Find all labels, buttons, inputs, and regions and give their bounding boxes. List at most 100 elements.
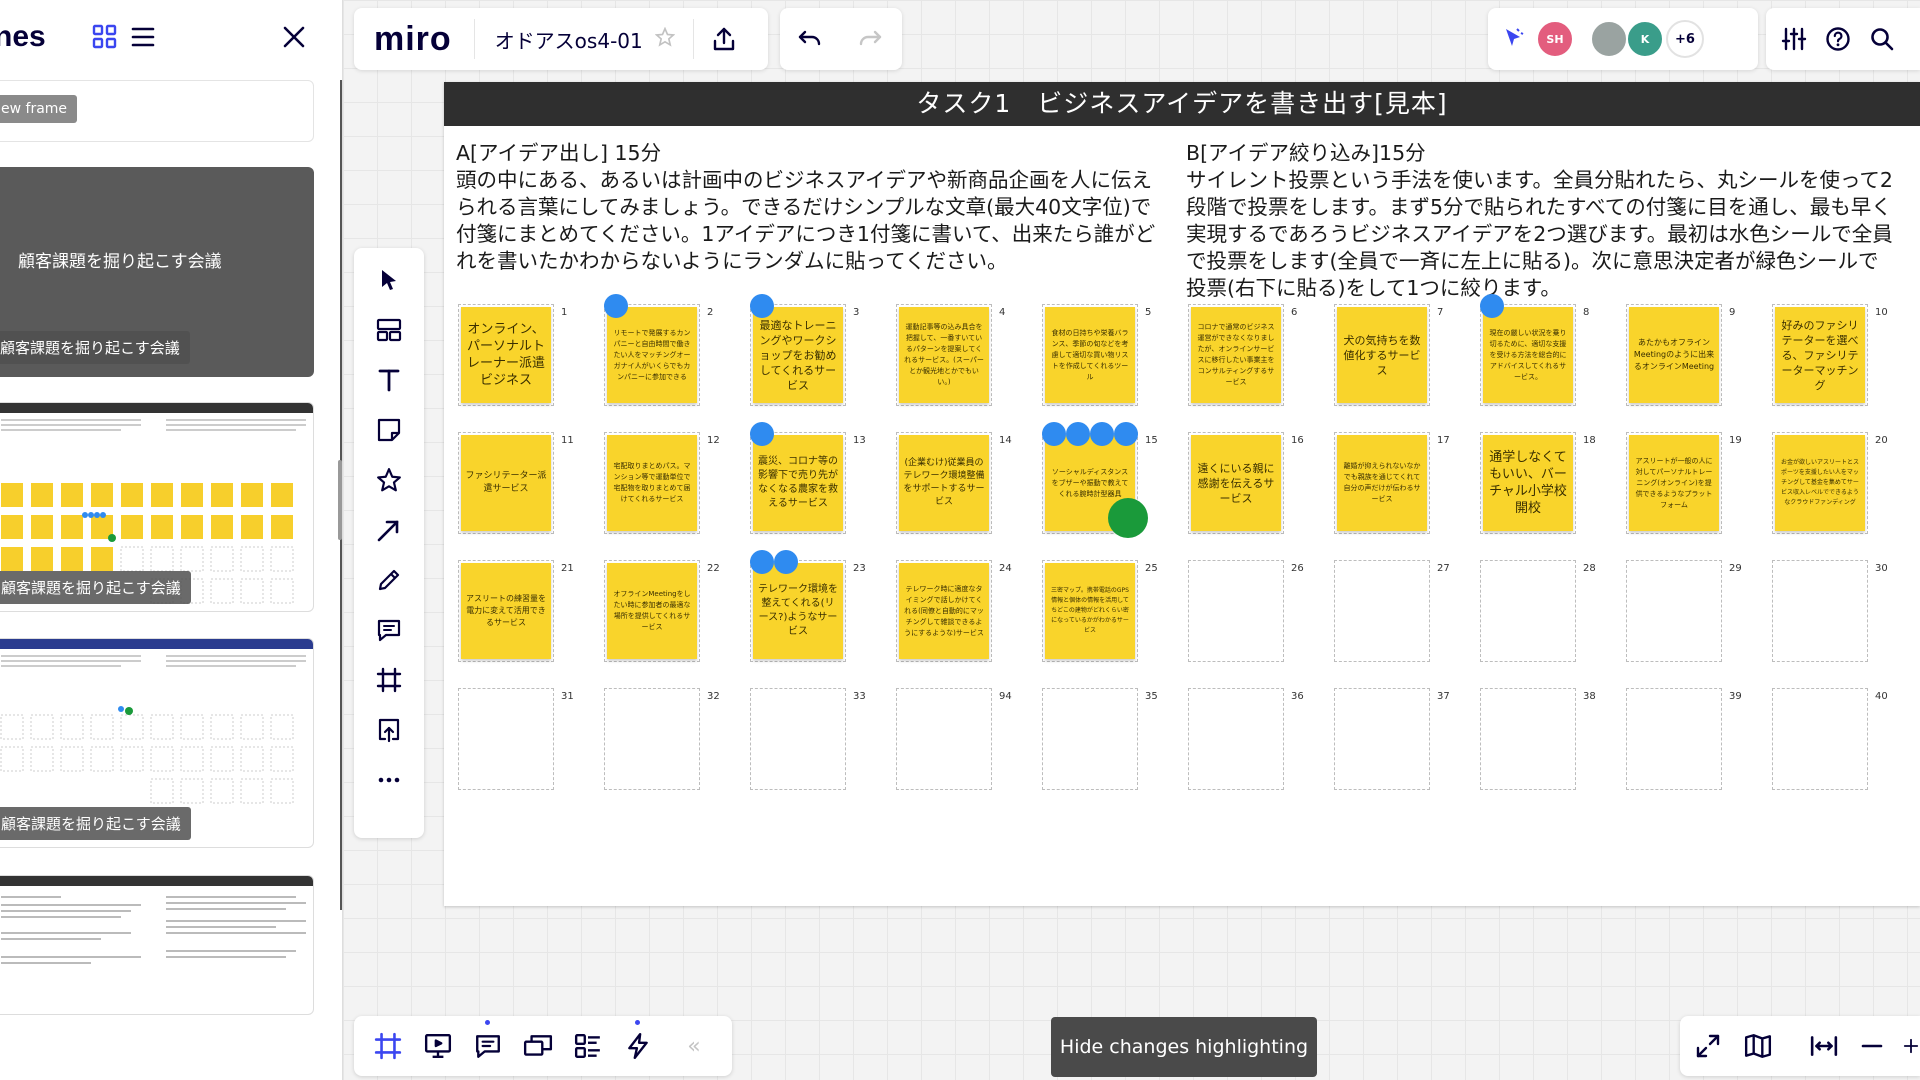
new-frame-button[interactable]: ew frame (0, 95, 78, 123)
sticky-note[interactable]: 最適なトレーニングやワークショップをお勧めしてくれるサービス (753, 307, 843, 403)
blue-vote-sticker[interactable] (1114, 422, 1138, 446)
settings-sliders-icon[interactable] (1774, 19, 1814, 59)
instructions-b[interactable]: B[アイデア絞り込み]15分 サイレント投票という手法を使います。全員分貼れたら… (1186, 140, 1898, 302)
fullscreen-icon[interactable] (1692, 1030, 1724, 1062)
cursor-follow-icon[interactable] (1494, 19, 1534, 59)
frame-thumb-1[interactable]: 顧客課題を掘り起こす会議 顧客課題を掘り起こす会議 (0, 167, 314, 377)
sticky-note[interactable]: 遠くにいる親に感謝を伝えるサービス (1191, 435, 1281, 531)
redo-icon[interactable] (850, 19, 890, 59)
text-icon[interactable] (373, 364, 405, 396)
sticky-note[interactable]: リモートで発展するカンパニーと自由時間で働きたい人をマッチングオーガナイ人がいく… (607, 307, 697, 403)
frames-panel-icon[interactable] (372, 1030, 404, 1062)
upload-icon[interactable] (373, 714, 405, 746)
frame-thumb-title: 顧客課題を掘り起こす会議 (18, 252, 222, 272)
presentation-icon[interactable] (422, 1030, 454, 1062)
slot-number: 7 (1437, 307, 1444, 318)
sticky-slot: 28 (1480, 560, 1596, 662)
sticky-slot: 33 (750, 688, 866, 790)
notification-dot (635, 1020, 640, 1025)
sticky-note[interactable]: 現在の厳しい状況を乗り切るために、適切な支援を受ける方法を総合的にアドバイスして… (1483, 307, 1573, 403)
avatar-user[interactable] (1590, 20, 1628, 58)
star-icon[interactable] (654, 26, 676, 51)
frame-icon[interactable] (373, 664, 405, 696)
blue-vote-sticker[interactable] (750, 550, 774, 574)
share-upload-icon[interactable] (704, 19, 744, 59)
search-icon[interactable] (1862, 19, 1902, 59)
help-icon[interactable] (1818, 19, 1858, 59)
sticky-note[interactable]: テレワーク時に適度なタイミングで話しかけてくれる(同僚と自動的にマッチングして雑… (899, 563, 989, 659)
grid-view-icon[interactable] (92, 24, 120, 52)
slot-number: 16 (1291, 435, 1304, 446)
sticky-note-icon[interactable] (373, 414, 405, 446)
sticky-note[interactable]: 三密マップ。携帯電話のGPS情報と個体の情報を活用してちどこの建物がどれくらい密… (1045, 563, 1135, 659)
zoom-out-icon[interactable] (1856, 1030, 1888, 1062)
select-cursor-icon[interactable] (373, 264, 405, 296)
shapes-star-icon[interactable] (373, 464, 405, 496)
slot-number: 30 (1875, 563, 1888, 574)
sticky-note[interactable]: 通学しなくてもいい、バーチャル小学校開校 (1483, 435, 1573, 531)
map-icon[interactable] (1742, 1030, 1774, 1062)
frame-thumb-4[interactable] (0, 875, 314, 1015)
collapse-toolbar-icon[interactable]: « (678, 1030, 710, 1062)
notification-dot (485, 1020, 490, 1025)
list-view-icon[interactable] (130, 24, 158, 52)
new-frame-thumb[interactable]: ew frame (0, 80, 314, 142)
avatar-sh[interactable]: SH (1536, 20, 1574, 58)
blue-vote-sticker[interactable] (750, 422, 774, 446)
blue-vote-sticker[interactable] (1480, 294, 1504, 318)
slot-number: 10 (1875, 307, 1888, 318)
more-icon[interactable] (373, 764, 405, 796)
sticky-note[interactable]: コロナで通常のビジネス運営ができなくなりましたが、オンラインサービスに移行したい… (1191, 307, 1281, 403)
zoom-in-icon[interactable] (1902, 1030, 1920, 1062)
instructions-a[interactable]: A[アイデア出し] 15分 頭の中にある、あるいは計画中のビジネスアイデアや新商… (456, 140, 1156, 275)
sticky-note[interactable]: アスリートの練習量を電力に変えて活用できるサービス (461, 563, 551, 659)
pen-icon[interactable] (373, 564, 405, 596)
close-icon[interactable] (281, 24, 309, 52)
sticky-note[interactable]: (企業むけ)従業員のテレワーク環境整備をサポートするサービス (899, 435, 989, 531)
sticky-note[interactable]: 宅配取りまとめパス。マンション等で運動単位で宅配物を取りまとめて届けてくれるサー… (607, 435, 697, 531)
miro-logo[interactable]: miro (374, 20, 452, 59)
templates-icon[interactable] (373, 314, 405, 346)
sticky-note[interactable]: 離婚が抑えられないなかでも親族を通じてくれて自分の声だけが伝わるサービス (1337, 435, 1427, 531)
sticky-slot: 14 (企業むけ)従業員のテレワーク環境整備をサポートするサービス (896, 432, 1012, 534)
sticky-note[interactable]: テレワーク環境を整えてくれる(リース?)ようなサービス (753, 563, 843, 659)
frame-thumb-2[interactable]: 顧客課題を掘り起こす会議 (0, 402, 314, 612)
scrollbar[interactable] (338, 460, 342, 540)
blue-vote-sticker[interactable] (1042, 422, 1066, 446)
sticky-note[interactable]: 食材の日持ちや栄養バランス、季節の旬などを考慮して適切な買い物リストを作成してく… (1045, 307, 1135, 403)
screen-share-icon[interactable] (522, 1030, 554, 1062)
slot-number: 31 (561, 691, 574, 702)
slot-number: 40 (1875, 691, 1888, 702)
frame-thumb-3[interactable]: 顧客課題を掘り起こす会議 (0, 638, 314, 848)
undo-icon[interactable] (790, 19, 830, 59)
blue-vote-sticker[interactable] (604, 294, 628, 318)
board-name[interactable]: オドアスos4-01 (495, 25, 643, 54)
sticky-note[interactable]: オフラインMeetingをしたい時に参加者の最適な場所を提供してくれるサービス (607, 563, 697, 659)
sticky-slot: 17 離婚が抑えられないなかでも親族を通じてくれて自分の声だけが伝わるサービス (1334, 432, 1450, 534)
blue-vote-sticker[interactable] (750, 294, 774, 318)
green-vote-sticker[interactable] (1108, 498, 1148, 538)
comments-panel-icon[interactable] (472, 1020, 504, 1062)
sticky-note[interactable]: オンライン、パーソナルトレーナー派遣ビジネス (461, 307, 551, 403)
sticky-note[interactable]: あたかもオフラインMeetingのように出来るオンラインMeeting (1629, 307, 1719, 403)
connection-line-icon[interactable] (373, 514, 405, 546)
sticky-slot: 8 現在の厳しい状況を乗り切るために、適切な支援を受ける方法を総合的にアドバイスし… (1480, 304, 1589, 406)
more-collaborators-badge[interactable]: +6 (1666, 20, 1704, 58)
comment-icon[interactable] (373, 614, 405, 646)
fit-width-icon[interactable] (1808, 1030, 1840, 1062)
sticky-note[interactable]: 震災、コロナ等の影響下で売り先がなくなる農家を救えるサービス (753, 435, 843, 531)
sticky-note[interactable]: 運動記事等の込み具合を把握して、一番すいているパターンを提案してくれるサービス。… (899, 307, 989, 403)
activity-list-icon[interactable] (572, 1030, 604, 1062)
blue-vote-sticker[interactable] (1090, 422, 1114, 446)
avatar-k[interactable]: K (1626, 20, 1664, 58)
sticky-note[interactable]: 好みのファシリテーターを選べる、ファシリテーターマッチング (1775, 307, 1865, 403)
hide-changes-button[interactable]: Hide changes highlighting (1051, 1017, 1317, 1077)
sticky-note[interactable]: お金が欲しいアスリートとスポーツを支援したい人をマッチングして基金を集めてサービ… (1775, 435, 1865, 531)
sticky-note[interactable]: 犬の気持ちを数値化するサービス (1337, 307, 1427, 403)
task-frame[interactable]: タスク1 ビジネスアイデアを書き出す[見本] A[アイデア出し] 15分 頭の中… (444, 82, 1920, 906)
sticky-note[interactable]: ファシリテーター派遣サービス (461, 435, 551, 531)
blue-vote-sticker[interactable] (774, 550, 798, 574)
lightning-apps-icon[interactable] (622, 1020, 654, 1062)
sticky-note[interactable]: アスリートが一般の人に対してパーソナルトレーニング(オンライン)を提供できるよう… (1629, 435, 1719, 531)
blue-vote-sticker[interactable] (1066, 422, 1090, 446)
